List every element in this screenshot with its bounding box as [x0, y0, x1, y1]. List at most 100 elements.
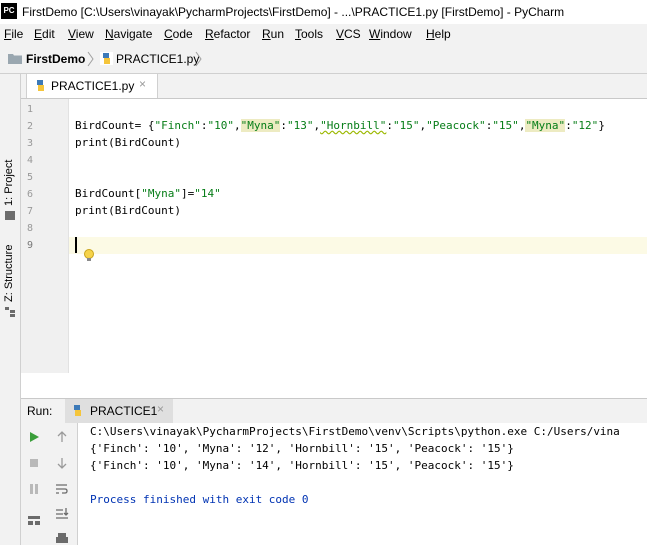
code-token: :	[280, 119, 287, 132]
menu-file[interactable]: File	[4, 27, 23, 41]
text-caret	[75, 237, 77, 253]
menu-label: efactor	[213, 27, 251, 41]
menu-mnemonic: N	[105, 27, 114, 41]
menu-vcs[interactable]: VCS	[336, 27, 361, 41]
pause-button[interactable]	[25, 480, 43, 498]
menu-tools[interactable]: Tools	[295, 27, 323, 41]
menu-help[interactable]: Help	[426, 27, 451, 41]
scroll-to-end-button[interactable]	[53, 505, 71, 523]
code-token: :	[386, 119, 393, 132]
stop-button[interactable]	[25, 454, 43, 472]
code-line: print(BirdCount)	[75, 136, 181, 149]
code-string: "12"	[571, 119, 599, 132]
project-icon	[5, 211, 15, 220]
code-line: BirdCount= {"Finch":"10","Myna":"13","Ho…	[75, 119, 605, 132]
menu-label: indow	[380, 27, 412, 41]
scroll-down-button[interactable]	[53, 454, 71, 472]
arrow-down-icon	[57, 458, 67, 469]
code-line: BirdCount["Myna"]="14"	[75, 187, 221, 200]
menu-view[interactable]: View	[68, 27, 94, 41]
stop-icon	[30, 459, 38, 467]
code-token: ,	[233, 119, 241, 132]
close-icon[interactable]: ×	[157, 402, 164, 416]
code-string: "10"	[207, 119, 234, 132]
menu-label: ile	[11, 27, 24, 41]
menu-navigate[interactable]: Navigate	[105, 27, 152, 41]
code-string: "Finch"	[154, 119, 201, 132]
run-tab-practice1[interactable]: PRACTICE1 ×	[65, 399, 173, 423]
python-run-icon	[74, 405, 81, 416]
menu-label: ode	[172, 27, 193, 41]
code-string-duplicate-key: "Myna"	[240, 119, 281, 132]
menu-mnemonic: R	[205, 27, 214, 41]
menu-code[interactable]: Code	[164, 27, 193, 41]
folder-icon	[8, 54, 22, 64]
code-string: "15"	[492, 119, 519, 132]
line-number: 1	[26, 104, 33, 115]
title-bar: PC FirstDemo [C:\Users\vinayak\PycharmPr…	[0, 0, 647, 24]
soft-wrap-icon	[56, 484, 68, 494]
line-number: 2	[26, 121, 33, 132]
line-number: 6	[26, 189, 33, 200]
menu-mnemonic: C	[164, 27, 173, 41]
python-file-icon	[37, 80, 44, 91]
scroll-to-end-icon	[56, 508, 69, 519]
menu-window[interactable]: Window	[369, 27, 412, 41]
menu-edit[interactable]: Edit	[34, 27, 55, 41]
menu-label: dit	[42, 27, 55, 41]
layout-button[interactable]	[25, 511, 43, 529]
menu-mnemonic: E	[34, 27, 43, 41]
menu-label: un	[270, 27, 285, 41]
editor-tab-bar: PRACTICE1.py ×	[21, 74, 647, 99]
menu-mnemonic: R	[262, 27, 271, 41]
run-panel-header: Run: PRACTICE1 ×	[21, 398, 647, 424]
run-console-output[interactable]: C:\Users\vinayak\PycharmProjects\FirstDe…	[78, 423, 647, 545]
run-label: Run:	[27, 404, 53, 418]
console-line: {'Finch': '10', 'Myna': '12', 'Hornbill'…	[90, 442, 514, 455]
run-toolbar	[21, 423, 78, 545]
python-file-icon	[100, 52, 113, 65]
run-tab-label: PRACTICE1	[90, 404, 158, 418]
menu-mnemonic: V	[68, 27, 76, 41]
code-string-duplicate-key: "Myna"	[525, 119, 566, 132]
menu-mnemonic: H	[426, 27, 435, 41]
line-number-gutter: 1 2 3 4 5 6 7 8 9	[21, 99, 69, 373]
editor-tab-practice1[interactable]: PRACTICE1.py ×	[26, 74, 158, 98]
tab-project[interactable]: 1: Project	[3, 160, 15, 206]
code-string: "Peacock"	[426, 119, 486, 132]
menu-run[interactable]: Run	[262, 27, 284, 41]
menu-bar: File Edit View Navigate Code Refactor Ru…	[0, 24, 647, 44]
chevron-right-icon	[87, 51, 94, 67]
console-line-command: C:\Users\vinayak\PycharmProjects\FirstDe…	[90, 425, 620, 438]
code-token: BirdCount= {	[75, 119, 155, 132]
line-number: 7	[26, 206, 33, 217]
play-icon	[30, 432, 39, 442]
rerun-button[interactable]	[25, 428, 43, 446]
code-string-typo: "Hornbill"	[320, 119, 387, 132]
line-number-current: 9	[26, 240, 33, 251]
close-icon[interactable]: ×	[139, 77, 146, 91]
structure-icon	[5, 307, 15, 317]
breadcrumb-project[interactable]: FirstDemo	[26, 52, 85, 66]
menu-mnemonic: W	[369, 27, 381, 41]
menu-mnemonic: V	[336, 27, 345, 41]
breadcrumb-file[interactable]: PRACTICE1.py	[116, 52, 199, 66]
lightbulb-icon[interactable]	[83, 248, 95, 264]
code-line: print(BirdCount)	[75, 204, 181, 217]
print-button[interactable]	[53, 529, 71, 547]
print-icon	[56, 533, 68, 543]
layout-icon	[28, 516, 40, 525]
soft-wrap-button[interactable]	[53, 480, 71, 498]
code-token: }	[598, 119, 605, 132]
pycharm-logo-icon: PC	[1, 3, 17, 19]
menu-label: iew	[75, 27, 94, 41]
menu-refactor[interactable]: Refactor	[205, 27, 250, 41]
tab-structure[interactable]: Z: Structure	[3, 245, 15, 302]
menu-label: CS	[344, 27, 361, 41]
scroll-up-button[interactable]	[53, 428, 71, 446]
line-number: 3	[26, 138, 33, 149]
window-title: FirstDemo [C:\Users\vinayak\PycharmProje…	[22, 5, 565, 19]
console-line-exit: Process finished with exit code 0	[90, 493, 309, 506]
code-area[interactable]: BirdCount= {"Finch":"10","Myna":"13","Ho…	[69, 99, 647, 373]
code-string: "15"	[392, 119, 420, 132]
